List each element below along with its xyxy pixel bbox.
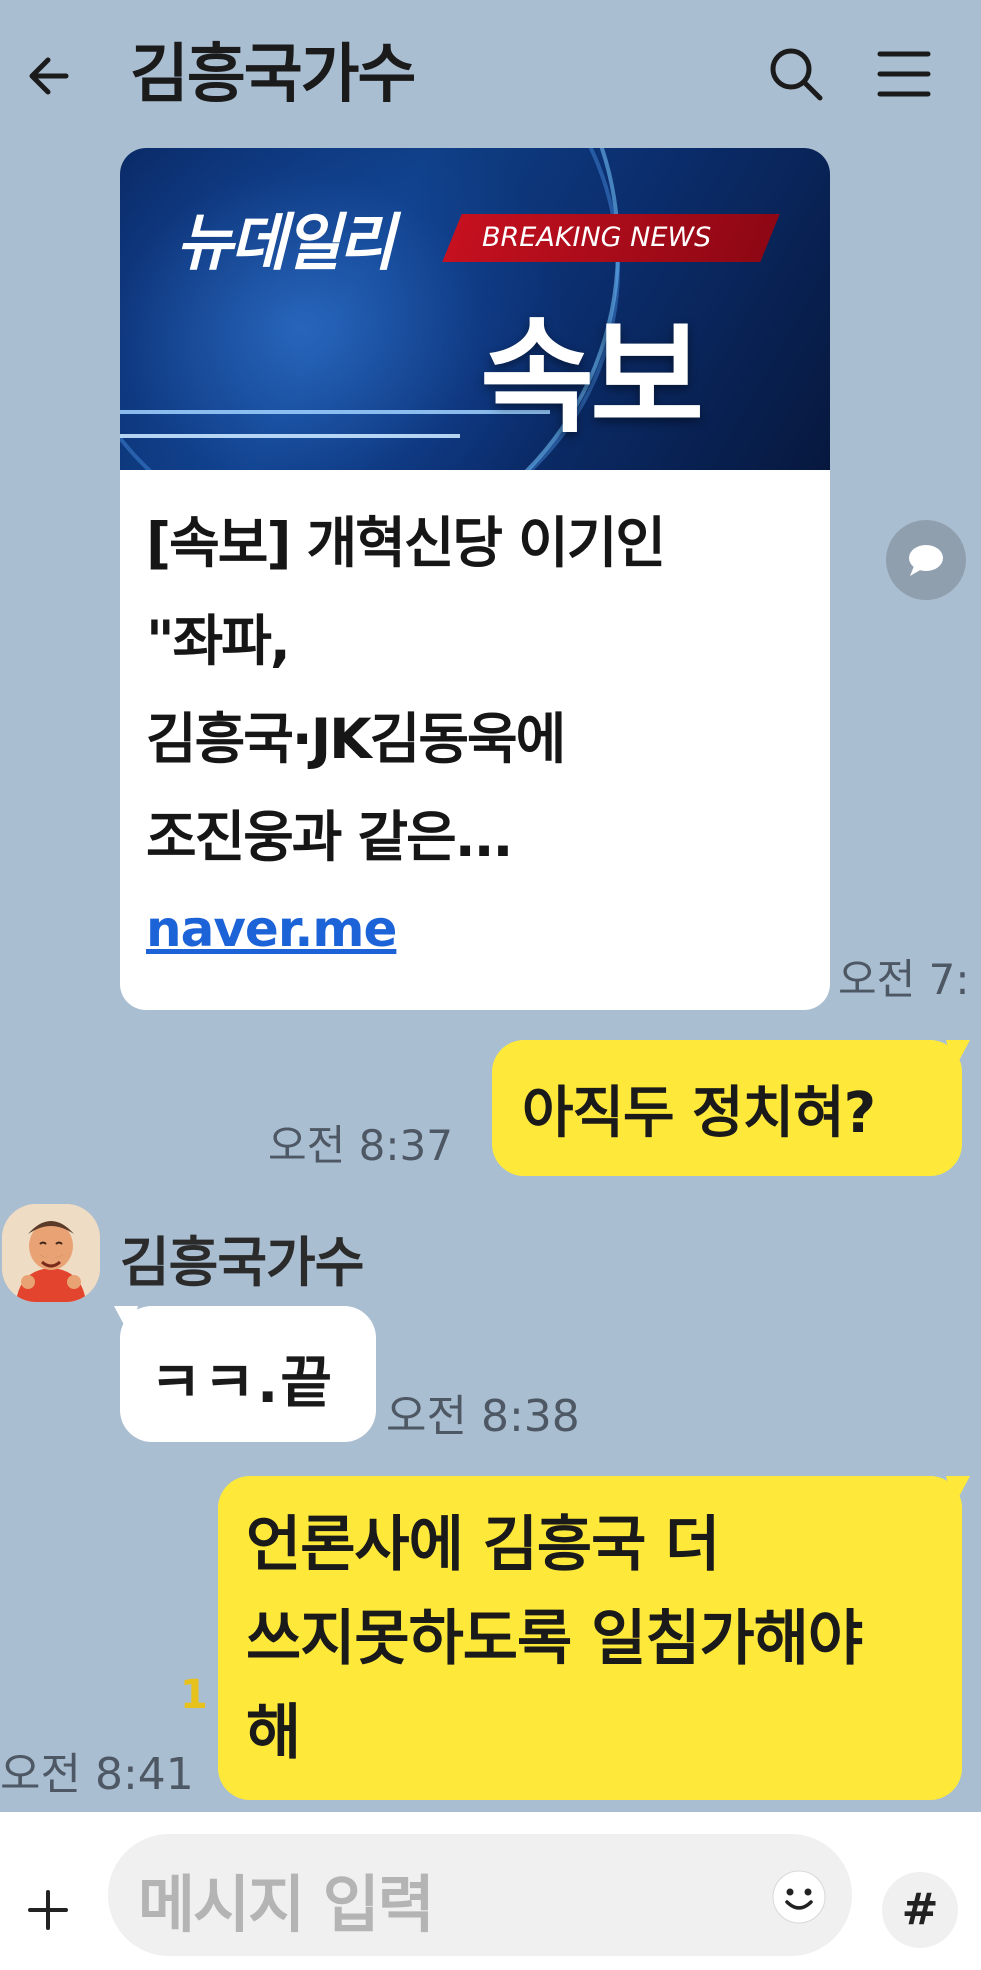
- chat-title: 김흥국가수: [130, 38, 416, 112]
- news-brand-logo: 뉴데일리: [176, 206, 395, 279]
- card-body: [속보] 개혁신당 이기인 "좌파, 김흥국·JK김동욱에 조진웅과 같은...: [146, 494, 816, 886]
- message-text-line: 해: [246, 1698, 301, 1768]
- link-preview-card[interactable]: 뉴데일리 BREAKING NEWS 속보 [속보] 개혁신당 이기인 "좌파,…: [120, 148, 830, 1010]
- message-input[interactable]: 메시지 입력: [108, 1834, 852, 1956]
- chat-header: 김흥국가수: [0, 0, 981, 150]
- unread-count: 1: [180, 1672, 208, 1718]
- card-title-line: 조진웅과 같은...: [146, 805, 513, 869]
- message-time: 오전 7:: [838, 955, 970, 1004]
- message-input-bar: 메시지 입력 #: [0, 1812, 981, 1970]
- message-time: 오전 8:41: [0, 1749, 194, 1800]
- message-text: ㅋㅋ.끝: [150, 1351, 334, 1416]
- card-title-line: [속보] 개혁신당 이기인: [146, 511, 666, 575]
- message-input-placeholder: 메시지 입력: [138, 1868, 435, 1941]
- message-text: 아직두 정치혀?: [522, 1081, 876, 1146]
- search-icon[interactable]: [766, 44, 826, 104]
- profile-avatar[interactable]: [2, 1204, 100, 1302]
- back-arrow-icon[interactable]: [26, 46, 86, 106]
- bubble-tail: [946, 1040, 970, 1070]
- card-title-line: 김흥국·JK김동욱에: [146, 707, 566, 771]
- message-time: 오전 8:38: [386, 1391, 580, 1442]
- card-title-line: "좌파,: [146, 609, 291, 673]
- news-banner-image: 뉴데일리 BREAKING NEWS 속보: [120, 148, 830, 470]
- message-time: 오전 8:37: [268, 1121, 453, 1170]
- hamburger-menu-icon[interactable]: [874, 46, 934, 102]
- hashtag-button[interactable]: #: [882, 1872, 958, 1948]
- message-text-line: 언론사에 김흥국 더: [246, 1510, 720, 1580]
- message-text-line: 쓰지못하도록 일침가해야: [246, 1604, 863, 1674]
- card-link-url[interactable]: naver.me: [146, 900, 397, 958]
- banner-headline: 속보: [480, 306, 704, 450]
- breaking-news-label: BREAKING NEWS: [482, 222, 712, 253]
- bubble-tail: [946, 1476, 970, 1506]
- my-message-bubble[interactable]: 아직두 정치혀?: [492, 1040, 962, 1176]
- emoji-icon[interactable]: [768, 1866, 830, 1928]
- chat-screen: 김흥국가수 뉴데일리 BREAKING NEWS 속보 [속보] 개혁신당 이기…: [0, 0, 981, 1970]
- plus-icon[interactable]: [14, 1876, 82, 1944]
- other-message-bubble[interactable]: ㅋㅋ.끝: [120, 1306, 376, 1442]
- share-icon[interactable]: [886, 520, 966, 600]
- sender-name: 김흥국가수: [120, 1231, 364, 1294]
- my-message-bubble[interactable]: 언론사에 김흥국 더 쓰지못하도록 일침가해야 해: [218, 1476, 962, 1800]
